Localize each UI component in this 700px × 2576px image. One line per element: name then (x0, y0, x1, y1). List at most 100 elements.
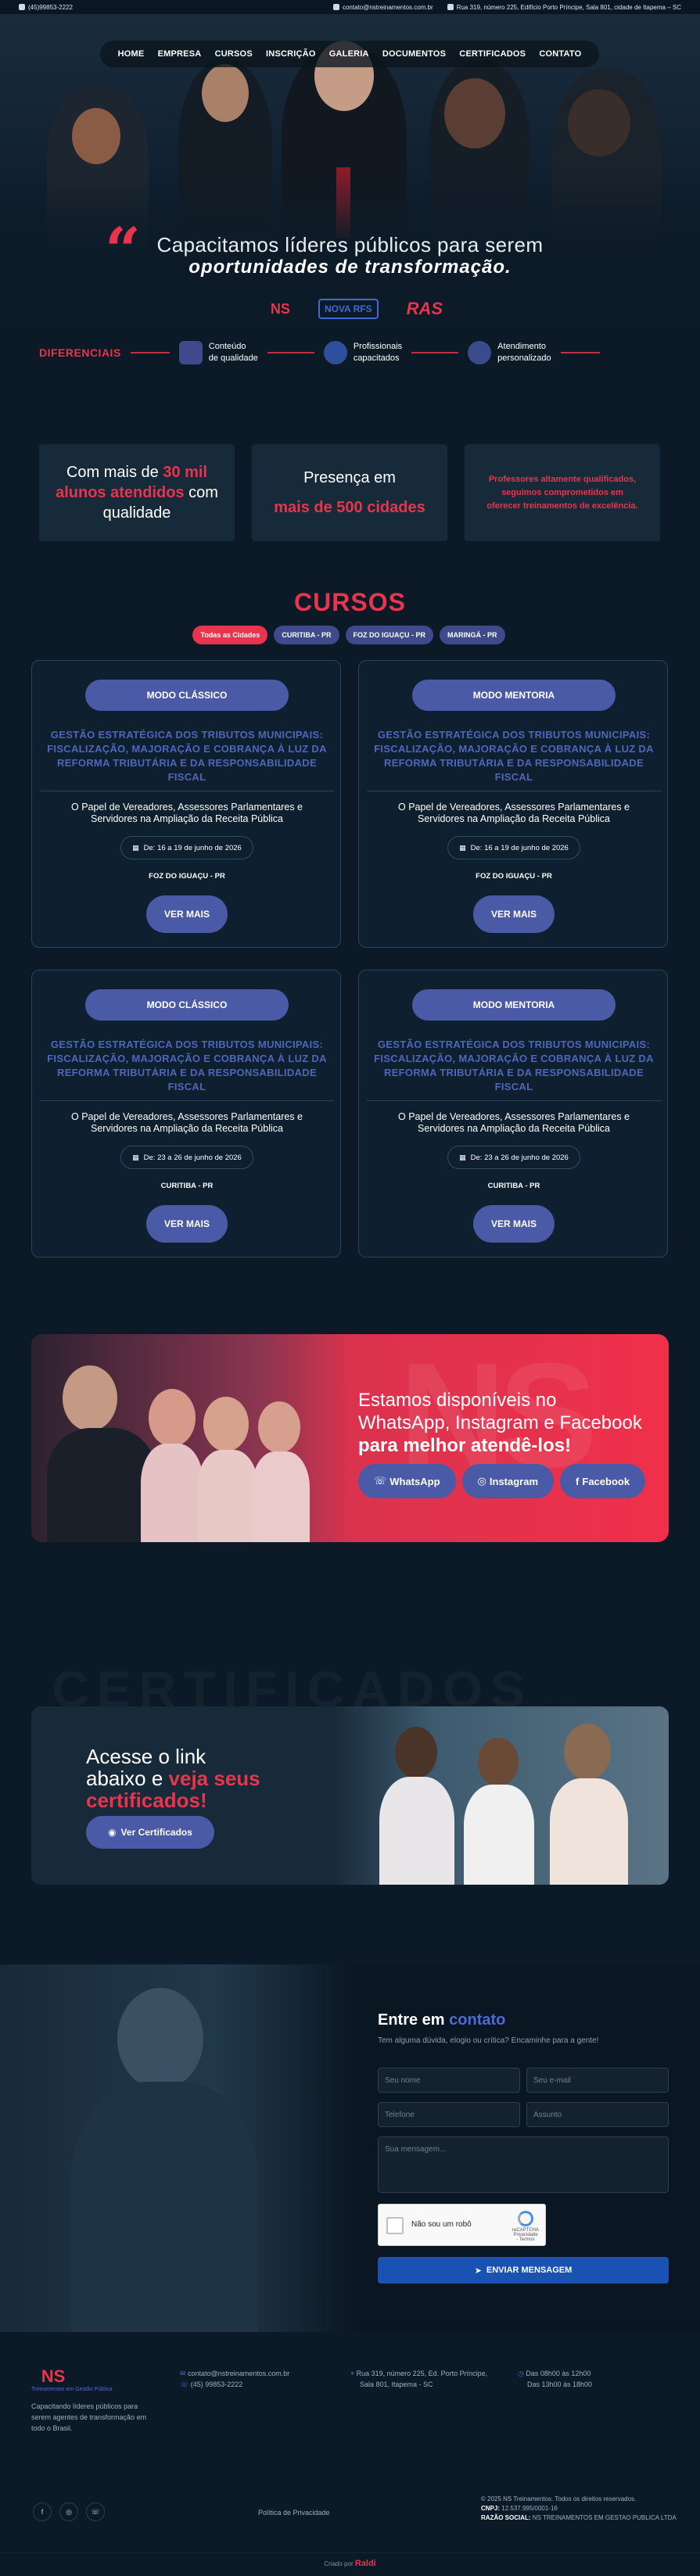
whatsapp-icon: ☏ (374, 1475, 387, 1487)
whatsapp-button[interactable]: ☏ WhatsApp (358, 1464, 456, 1498)
nav-home[interactable]: HOME (118, 49, 145, 59)
calendar-icon: ▦ (459, 1153, 466, 1161)
recaptcha-terms[interactable]: Privacidade - Termos (512, 2233, 539, 2242)
footer: NS Treinamentos em Gestão Pública Capaci… (0, 2332, 700, 2576)
nav-empresa[interactable]: EMPRESA (158, 49, 202, 59)
facebook-label: Facebook (582, 1475, 630, 1487)
city-filters: Todas as Cidades CURITIBA - PR FOZ DO IG… (192, 626, 505, 644)
nav-inscricao[interactable]: INSCRIÇÃO (266, 49, 316, 59)
footer-hours-line: Das 13h00 às 18h00 (527, 2380, 593, 2388)
filter-foz-do-iguacu[interactable]: FOZ DO IGUAÇU - PR (345, 626, 434, 644)
subject-field[interactable]: Assunto (526, 2102, 669, 2127)
instagram-icon[interactable]: ◎ (59, 2502, 78, 2521)
cert-line: Acesse o link (86, 1745, 206, 1768)
divider (367, 1100, 661, 1101)
facebook-button[interactable]: f Facebook (560, 1464, 646, 1498)
footer-legal: © 2025 NS Treinamentos. Todos os direito… (481, 2495, 692, 2523)
contact-title-pre: Entre em (378, 2011, 450, 2029)
nav-cursos[interactable]: CURSOS (215, 49, 253, 59)
divider (411, 352, 459, 353)
whatsapp-icon[interactable]: ☏ (86, 2502, 105, 2521)
location-icon: ⌖ (350, 2370, 357, 2377)
footer-logo[interactable]: NS Treinamentos em Gestão Pública (31, 2366, 113, 2392)
stat-text: Com mais de 30 mil alunos atendidos com … (39, 462, 235, 523)
filter-curitiba[interactable]: CURITIBA - PR (274, 626, 339, 644)
team-photo-face (258, 1401, 300, 1453)
course-card: MODO MENTORIA GESTÃO ESTRATÉGICA DOS TRI… (358, 970, 668, 1258)
whatsapp-label: WhatsApp (389, 1475, 440, 1487)
people-icon (323, 341, 347, 364)
cnpj-label: CNPJ: (481, 2505, 501, 2512)
diferenciais-row: DIFERENCIAIS Conteúdo de qualidade Profis… (39, 335, 661, 371)
ver-certificados-button[interactable]: ◉ Ver Certificados (86, 1816, 214, 1849)
nova-rfs-logo: NOVA RFS (318, 299, 379, 319)
nav-galeria[interactable]: GALERIA (329, 49, 369, 59)
ver-mais-button[interactable]: VER MAIS (146, 895, 228, 933)
footer-brand: NS (41, 2366, 66, 2386)
footer-contacts: ✉ contato@nstreinamentos.com.br ☏ (45) 9… (180, 2368, 289, 2390)
privacy-link[interactable]: Política de Privacidade (258, 2507, 330, 2518)
phone-field[interactable]: Telefone (378, 2102, 520, 2127)
recaptcha-icon (518, 2211, 533, 2226)
cert-line: abaixo e (86, 1767, 169, 1790)
facebook-icon: f (576, 1475, 580, 1487)
ras-logo: RAS (406, 299, 443, 318)
team-photo-body (197, 1450, 258, 1542)
cert-photo-hair (564, 1724, 611, 1780)
filter-all-cities[interactable]: Todas as Cidades (192, 626, 268, 644)
contact-section: Entre em contato Tem alguma dúvida, elog… (0, 1964, 700, 2332)
team-photo-body (252, 1451, 310, 1542)
topbar-email[interactable]: contato@nstreinamentos.com.br (332, 4, 433, 11)
cert-photo-hair (478, 1738, 519, 1786)
send-message-button[interactable]: ➤ ENVIAR MENSAGEM (378, 2257, 669, 2284)
footer-email[interactable]: contato@nstreinamentos.com.br (188, 2370, 289, 2377)
certificados-text: Acesse o link abaixo e veja seus certifi… (86, 1745, 260, 1811)
course-mode-badge: MODO CLÁSSICO (85, 989, 289, 1021)
team-photo-face (63, 1365, 117, 1431)
course-description: O Papel de Vereadores, Assessores Parlam… (71, 1111, 303, 1134)
ns-logo: NS (270, 300, 290, 317)
diferencial-line: capacitados (353, 353, 400, 363)
social-line: WhatsApp, Instagram e Facebook (358, 1412, 642, 1433)
course-date: ▦ De: 23 a 26 de junho de 2026 (447, 1146, 580, 1169)
recaptcha-checkbox[interactable] (386, 2217, 404, 2234)
credit[interactable]: Criado por Raldi (0, 2559, 700, 2568)
instagram-button[interactable]: ◎ Instagram (461, 1464, 555, 1498)
hero-subtitle: oportunidades de transformação. (188, 257, 512, 278)
footer-phone[interactable]: (45) 99853-2222 (191, 2380, 243, 2388)
filter-maringa[interactable]: MARINGÁ - PR (440, 626, 505, 644)
ver-mais-button[interactable]: VER MAIS (473, 895, 555, 933)
team-photo-face (149, 1389, 196, 1447)
course-date-text: De: 16 a 19 de junho de 2026 (143, 843, 242, 852)
contact-photo (0, 1964, 360, 2332)
ver-certificados-label: Ver Certificados (120, 1827, 192, 1838)
hero-section: HOME EMPRESA CURSOS INSCRIÇÃO GALERIA DO… (0, 14, 700, 375)
course-city: CURITIBA - PR (487, 1182, 540, 1190)
ver-mais-button[interactable]: VER MAIS (473, 1205, 555, 1243)
nav-certificados[interactable]: CERTIFICADOS (459, 49, 526, 59)
footer-copyright: © 2025 NS Treinamentos. Todos os direito… (481, 2495, 637, 2502)
credit-brand: Raldi (354, 2559, 376, 2568)
topbar-phone[interactable]: (45)99853-2222 (19, 4, 73, 11)
contact-subtitle: Tem alguma dúvida, elogio ou crítica? En… (378, 2036, 599, 2045)
eye-icon: ◉ (108, 1827, 117, 1838)
support-icon (468, 341, 492, 364)
team-photo-body (47, 1428, 156, 1542)
facebook-icon[interactable]: f (33, 2502, 52, 2521)
footer-address-line: Sala 801, Itapema - SC (360, 2380, 433, 2388)
stat-card: Professores altamente qualificados, segu… (465, 444, 660, 541)
divider (130, 352, 170, 353)
name-field[interactable]: Seu nome (378, 2068, 520, 2093)
send-label: ENVIAR MENSAGEM (486, 2266, 573, 2275)
message-field[interactable]: Sua mensagem... (378, 2137, 669, 2193)
ver-mais-button[interactable]: VER MAIS (146, 1205, 228, 1243)
contact-title-blue: contato (449, 2011, 506, 2029)
recaptcha-widget: Não sou um robô reCAPTCHA Privacidade - … (378, 2204, 546, 2246)
nav-contato[interactable]: CONTATO (539, 49, 581, 59)
course-city: FOZ DO IGUAÇU - PR (476, 872, 552, 881)
razao-value: NS TREINAMENTOS EM GESTAO PUBLICA LTDA (532, 2514, 677, 2521)
nav-documentos[interactable]: DOCUMENTOS (382, 49, 446, 59)
instagram-icon: ◎ (477, 1475, 486, 1487)
contact-photo-body (70, 2082, 258, 2332)
email-field[interactable]: Seu e-mail (526, 2068, 669, 2093)
